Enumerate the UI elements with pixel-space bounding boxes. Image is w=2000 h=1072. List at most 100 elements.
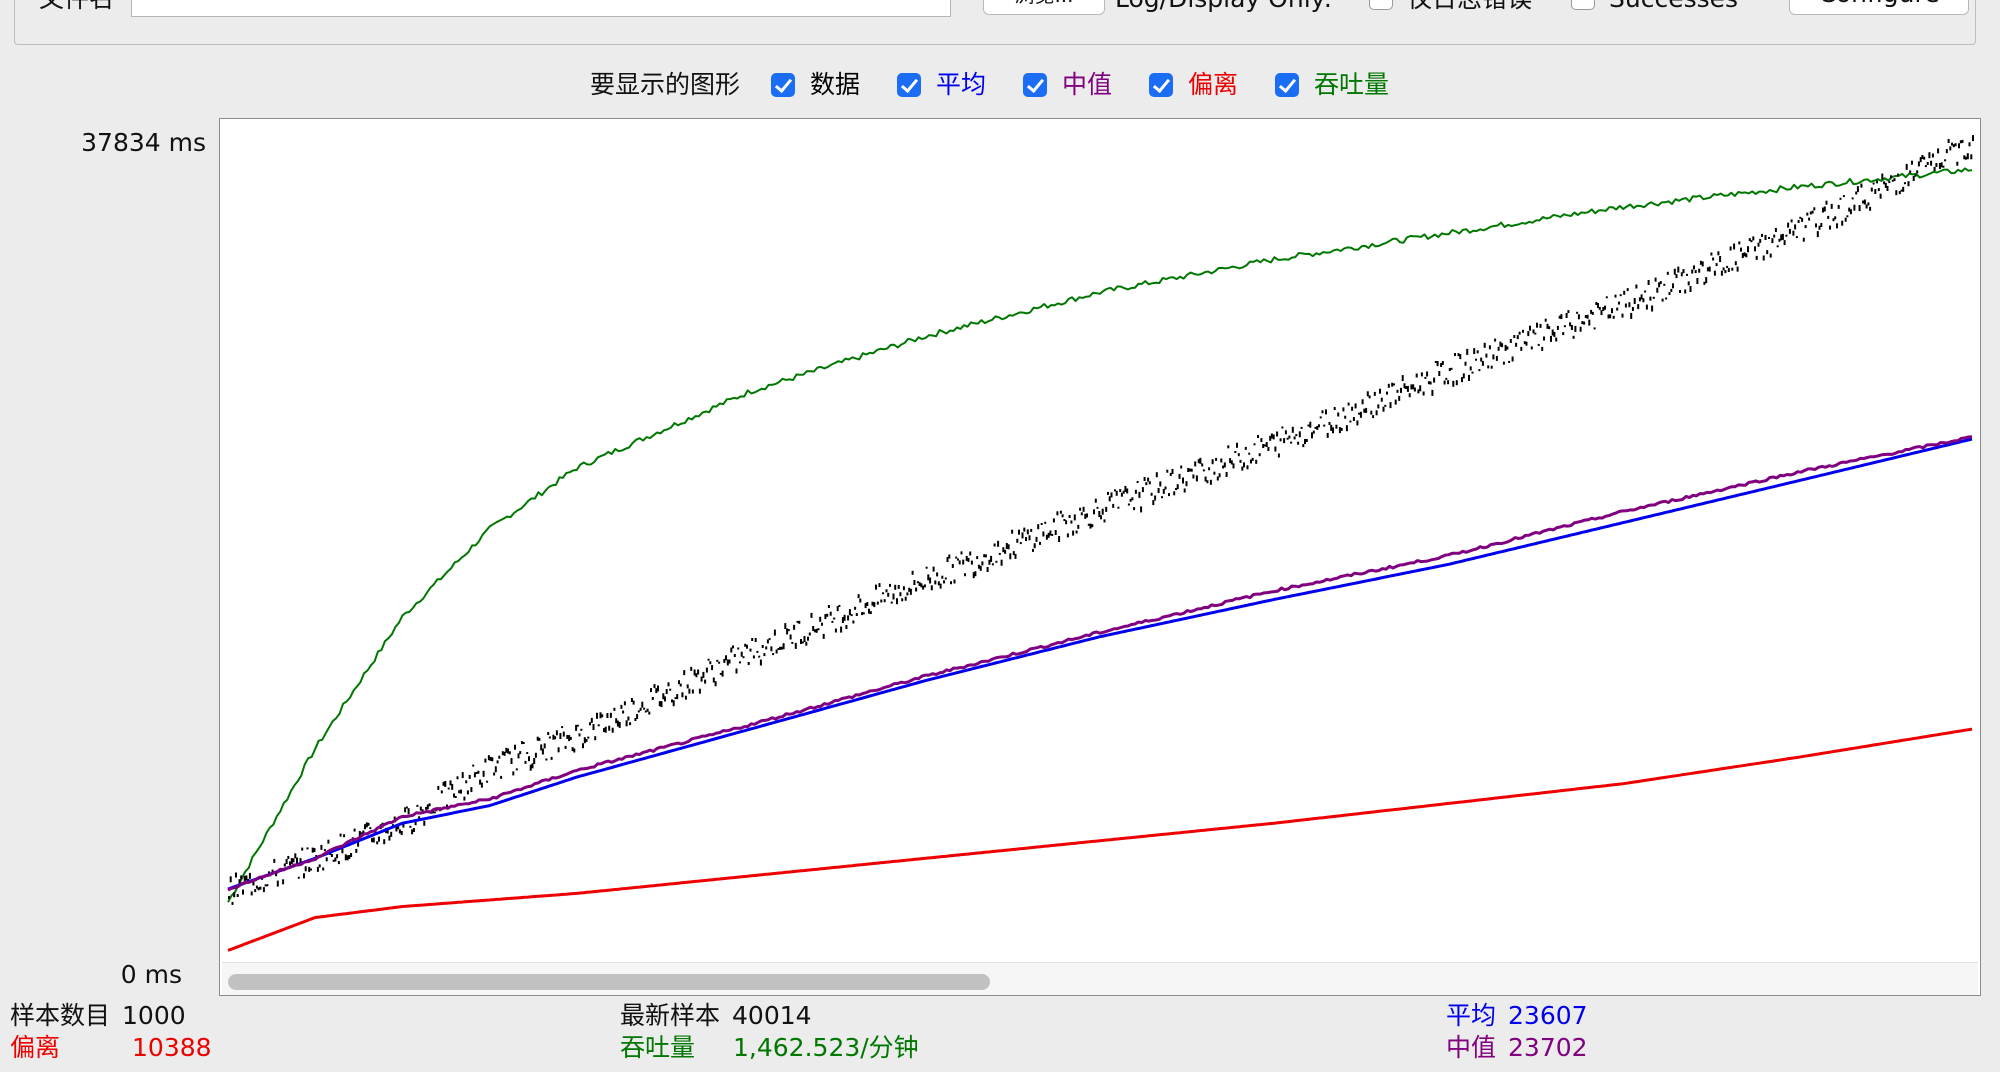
- data-point: [822, 633, 825, 639]
- data-graph-checkbox[interactable]: [771, 73, 795, 97]
- data-point: [798, 620, 801, 624]
- data-point: [789, 634, 792, 640]
- data-point: [955, 556, 958, 559]
- data-point: [1345, 425, 1348, 432]
- data-point: [977, 564, 980, 569]
- data-point: [587, 736, 590, 739]
- data-point: [1201, 463, 1204, 467]
- data-point: [1218, 473, 1221, 478]
- data-point: [1543, 336, 1545, 341]
- throughput-graph-checkbox[interactable]: [1275, 73, 1299, 97]
- data-point: [1061, 514, 1064, 518]
- data-point: [1842, 195, 1845, 198]
- scrollbar-thumb[interactable]: [228, 974, 990, 990]
- data-point: [496, 760, 499, 764]
- average-stat: 平均 23607: [1446, 1000, 1588, 1032]
- data-point: [1040, 523, 1043, 525]
- data-point: [871, 601, 874, 606]
- data-point: [1032, 548, 1034, 552]
- data-point: [1075, 530, 1078, 534]
- data-point: [250, 891, 253, 896]
- data-point: [1461, 377, 1463, 383]
- data-point: [1829, 225, 1831, 230]
- data-point: [1257, 435, 1259, 438]
- data-point: [639, 707, 642, 711]
- data-point: [824, 614, 827, 620]
- data-point: [310, 868, 312, 871]
- sample-count-value: 1000: [122, 1001, 186, 1030]
- data-point: [937, 581, 940, 586]
- data-point: [751, 638, 754, 641]
- data-point: [228, 896, 230, 900]
- horizontal-scrollbar[interactable]: [222, 962, 1978, 995]
- data-point: [843, 614, 846, 621]
- browse-button[interactable]: 浏览...: [983, 0, 1105, 15]
- data-point: [1485, 353, 1488, 358]
- data-point: [1841, 220, 1844, 226]
- data-point: [1000, 559, 1003, 566]
- data-point: [761, 645, 764, 648]
- data-point: [1042, 531, 1045, 537]
- data-point: [470, 787, 473, 793]
- data-point: [1766, 250, 1769, 255]
- filename-input[interactable]: [131, 0, 951, 17]
- data-point: [1970, 154, 1973, 160]
- data-point: [592, 724, 595, 730]
- median-graph-checkbox[interactable]: [1023, 73, 1047, 97]
- data-point: [831, 620, 834, 623]
- data-point: [676, 694, 679, 700]
- errors-only-checkbox[interactable]: [1369, 0, 1393, 10]
- data-point: [1724, 270, 1727, 274]
- data-point: [343, 834, 346, 838]
- data-point: [1942, 165, 1945, 168]
- data-point: [840, 626, 843, 633]
- configure-button[interactable]: Configure: [1789, 0, 1969, 15]
- data-point: [1119, 489, 1122, 493]
- data-point: [1944, 159, 1947, 162]
- data-point: [1640, 294, 1643, 300]
- deviation-graph-checkbox[interactable]: [1149, 73, 1173, 97]
- data-point: [1440, 363, 1443, 367]
- data-point: [289, 861, 291, 866]
- data-point: [684, 695, 687, 700]
- successes-checkbox[interactable]: [1571, 0, 1595, 10]
- data-point: [1872, 182, 1875, 185]
- data-point: [756, 650, 759, 653]
- data-point: [1720, 270, 1723, 276]
- data-point: [514, 744, 516, 750]
- data-point: [1338, 427, 1341, 434]
- data-point: [231, 901, 234, 905]
- data-point: [1429, 381, 1432, 385]
- data-point: [1199, 457, 1202, 464]
- data-point: [882, 592, 884, 595]
- data-point: [1251, 457, 1254, 461]
- data-point: [1080, 512, 1083, 516]
- data-point: [1658, 282, 1661, 288]
- data-point: [1788, 228, 1791, 234]
- data-point: [1387, 383, 1390, 388]
- series-line: [227, 435, 1973, 892]
- data-point: [1072, 530, 1075, 536]
- data-point: [700, 676, 703, 682]
- data-point: [1284, 430, 1287, 435]
- data-point: [283, 863, 286, 867]
- data-point: [866, 602, 869, 606]
- average-stat-value: 23607: [1508, 1001, 1588, 1030]
- data-point: [323, 849, 326, 852]
- throughput-stat: 吞吐量 1,462.523/分钟: [620, 1032, 919, 1064]
- data-point: [1459, 354, 1462, 360]
- data-point: [1928, 152, 1931, 159]
- data-point: [1476, 350, 1479, 354]
- data-point: [604, 726, 607, 733]
- data-point: [1213, 471, 1216, 475]
- data-point: [400, 831, 403, 835]
- data-point: [1666, 271, 1669, 275]
- data-point: [1426, 371, 1429, 377]
- data-point: [1197, 459, 1200, 464]
- latest-sample-label: 最新样本: [620, 1001, 721, 1030]
- y-axis-max-label: 37834 ms: [81, 128, 206, 157]
- average-graph-checkbox[interactable]: [897, 73, 921, 97]
- data-point: [922, 585, 925, 590]
- data-point: [517, 753, 520, 759]
- data-point: [440, 790, 443, 794]
